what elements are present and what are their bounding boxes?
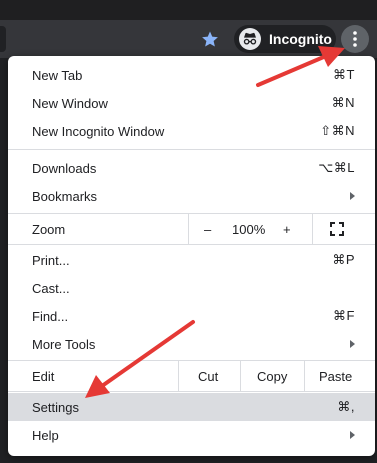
menu-divider xyxy=(8,149,375,150)
menu-item-new-tab[interactable]: New Tab ⌘T xyxy=(8,61,375,89)
submenu-arrow-icon xyxy=(350,431,355,439)
incognito-indicator[interactable]: Incognito xyxy=(234,25,336,53)
menu-item-label: Print... xyxy=(32,252,70,268)
menu-item-more-tools[interactable]: More Tools xyxy=(8,330,375,358)
menu-item-shortcut: ⌘T xyxy=(333,67,355,82)
menu-item-shortcut: ⌘N xyxy=(331,95,355,110)
star-icon xyxy=(202,31,218,47)
menu-item-label: New Tab xyxy=(32,67,83,83)
tab-strip xyxy=(0,0,377,20)
edit-divider xyxy=(304,361,305,391)
menu-divider xyxy=(8,244,375,245)
menu-item-shortcut: ⌘F xyxy=(333,308,355,323)
zoom-out-button[interactable]: – xyxy=(204,222,211,237)
menu-item-edit: Edit Cut Copy Paste xyxy=(8,361,375,391)
omnibox[interactable] xyxy=(0,26,6,52)
menu-item-label: Downloads xyxy=(32,160,97,176)
bookmark-star-button[interactable] xyxy=(199,28,221,50)
edit-divider xyxy=(178,361,179,391)
menu-item-bookmarks[interactable]: Bookmarks xyxy=(8,182,375,210)
menu-item-cast[interactable]: Cast... xyxy=(8,274,375,302)
menu-item-label: Bookmarks xyxy=(32,188,98,204)
menu-item-zoom: Zoom – 100% + xyxy=(8,214,375,244)
menu-item-new-window[interactable]: New Window ⌘N xyxy=(8,89,375,117)
menu-item-label: New Window xyxy=(32,95,108,111)
menu-item-settings[interactable]: Settings ⌘, xyxy=(8,393,375,421)
menu-item-find[interactable]: Find... ⌘F xyxy=(8,302,375,330)
incognito-label: Incognito xyxy=(269,31,332,47)
fullscreen-button[interactable] xyxy=(330,222,344,239)
menu-item-label: Help xyxy=(32,427,59,443)
menu-item-label: Edit xyxy=(32,368,55,384)
menu-item-downloads[interactable]: Downloads ⌥⌘L xyxy=(8,154,375,182)
submenu-arrow-icon xyxy=(350,340,355,348)
menu-item-shortcut: ⌘, xyxy=(337,399,355,414)
menu-item-label: Settings xyxy=(32,399,79,415)
three-dots-vertical-icon xyxy=(353,31,357,47)
menu-divider xyxy=(8,391,375,392)
chrome-menu-button[interactable] xyxy=(341,25,369,53)
menu-item-shortcut: ⇧⌘N xyxy=(320,123,355,138)
menu-item-label: Zoom xyxy=(32,221,66,237)
submenu-arrow-icon xyxy=(350,192,355,200)
edit-divider xyxy=(240,361,241,391)
cut-button[interactable]: Cut xyxy=(198,369,218,384)
menu-item-label: Find... xyxy=(32,308,69,324)
menu-item-new-incognito-window[interactable]: New Incognito Window ⇧⌘N xyxy=(8,117,375,145)
menu-item-print[interactable]: Print... ⌘P xyxy=(8,246,375,274)
fullscreen-icon xyxy=(330,222,344,236)
zoom-level: 100% xyxy=(232,221,266,237)
menu-item-shortcut: ⌘P xyxy=(332,252,355,267)
zoom-divider xyxy=(188,214,189,244)
menu-item-shortcut: ⌥⌘L xyxy=(318,160,355,175)
incognito-icon xyxy=(239,28,261,50)
menu-item-label: Cast... xyxy=(32,280,70,296)
paste-button[interactable]: Paste xyxy=(319,369,352,384)
menu-item-help[interactable]: Help xyxy=(8,421,375,449)
menu-item-label: New Incognito Window xyxy=(32,123,165,139)
copy-button[interactable]: Copy xyxy=(257,369,287,384)
menu-item-label: More Tools xyxy=(32,336,96,352)
zoom-in-button[interactable]: + xyxy=(283,222,291,237)
zoom-divider xyxy=(312,214,313,244)
chrome-main-menu: New Tab ⌘T New Window ⌘N New Incognito W… xyxy=(8,56,375,456)
